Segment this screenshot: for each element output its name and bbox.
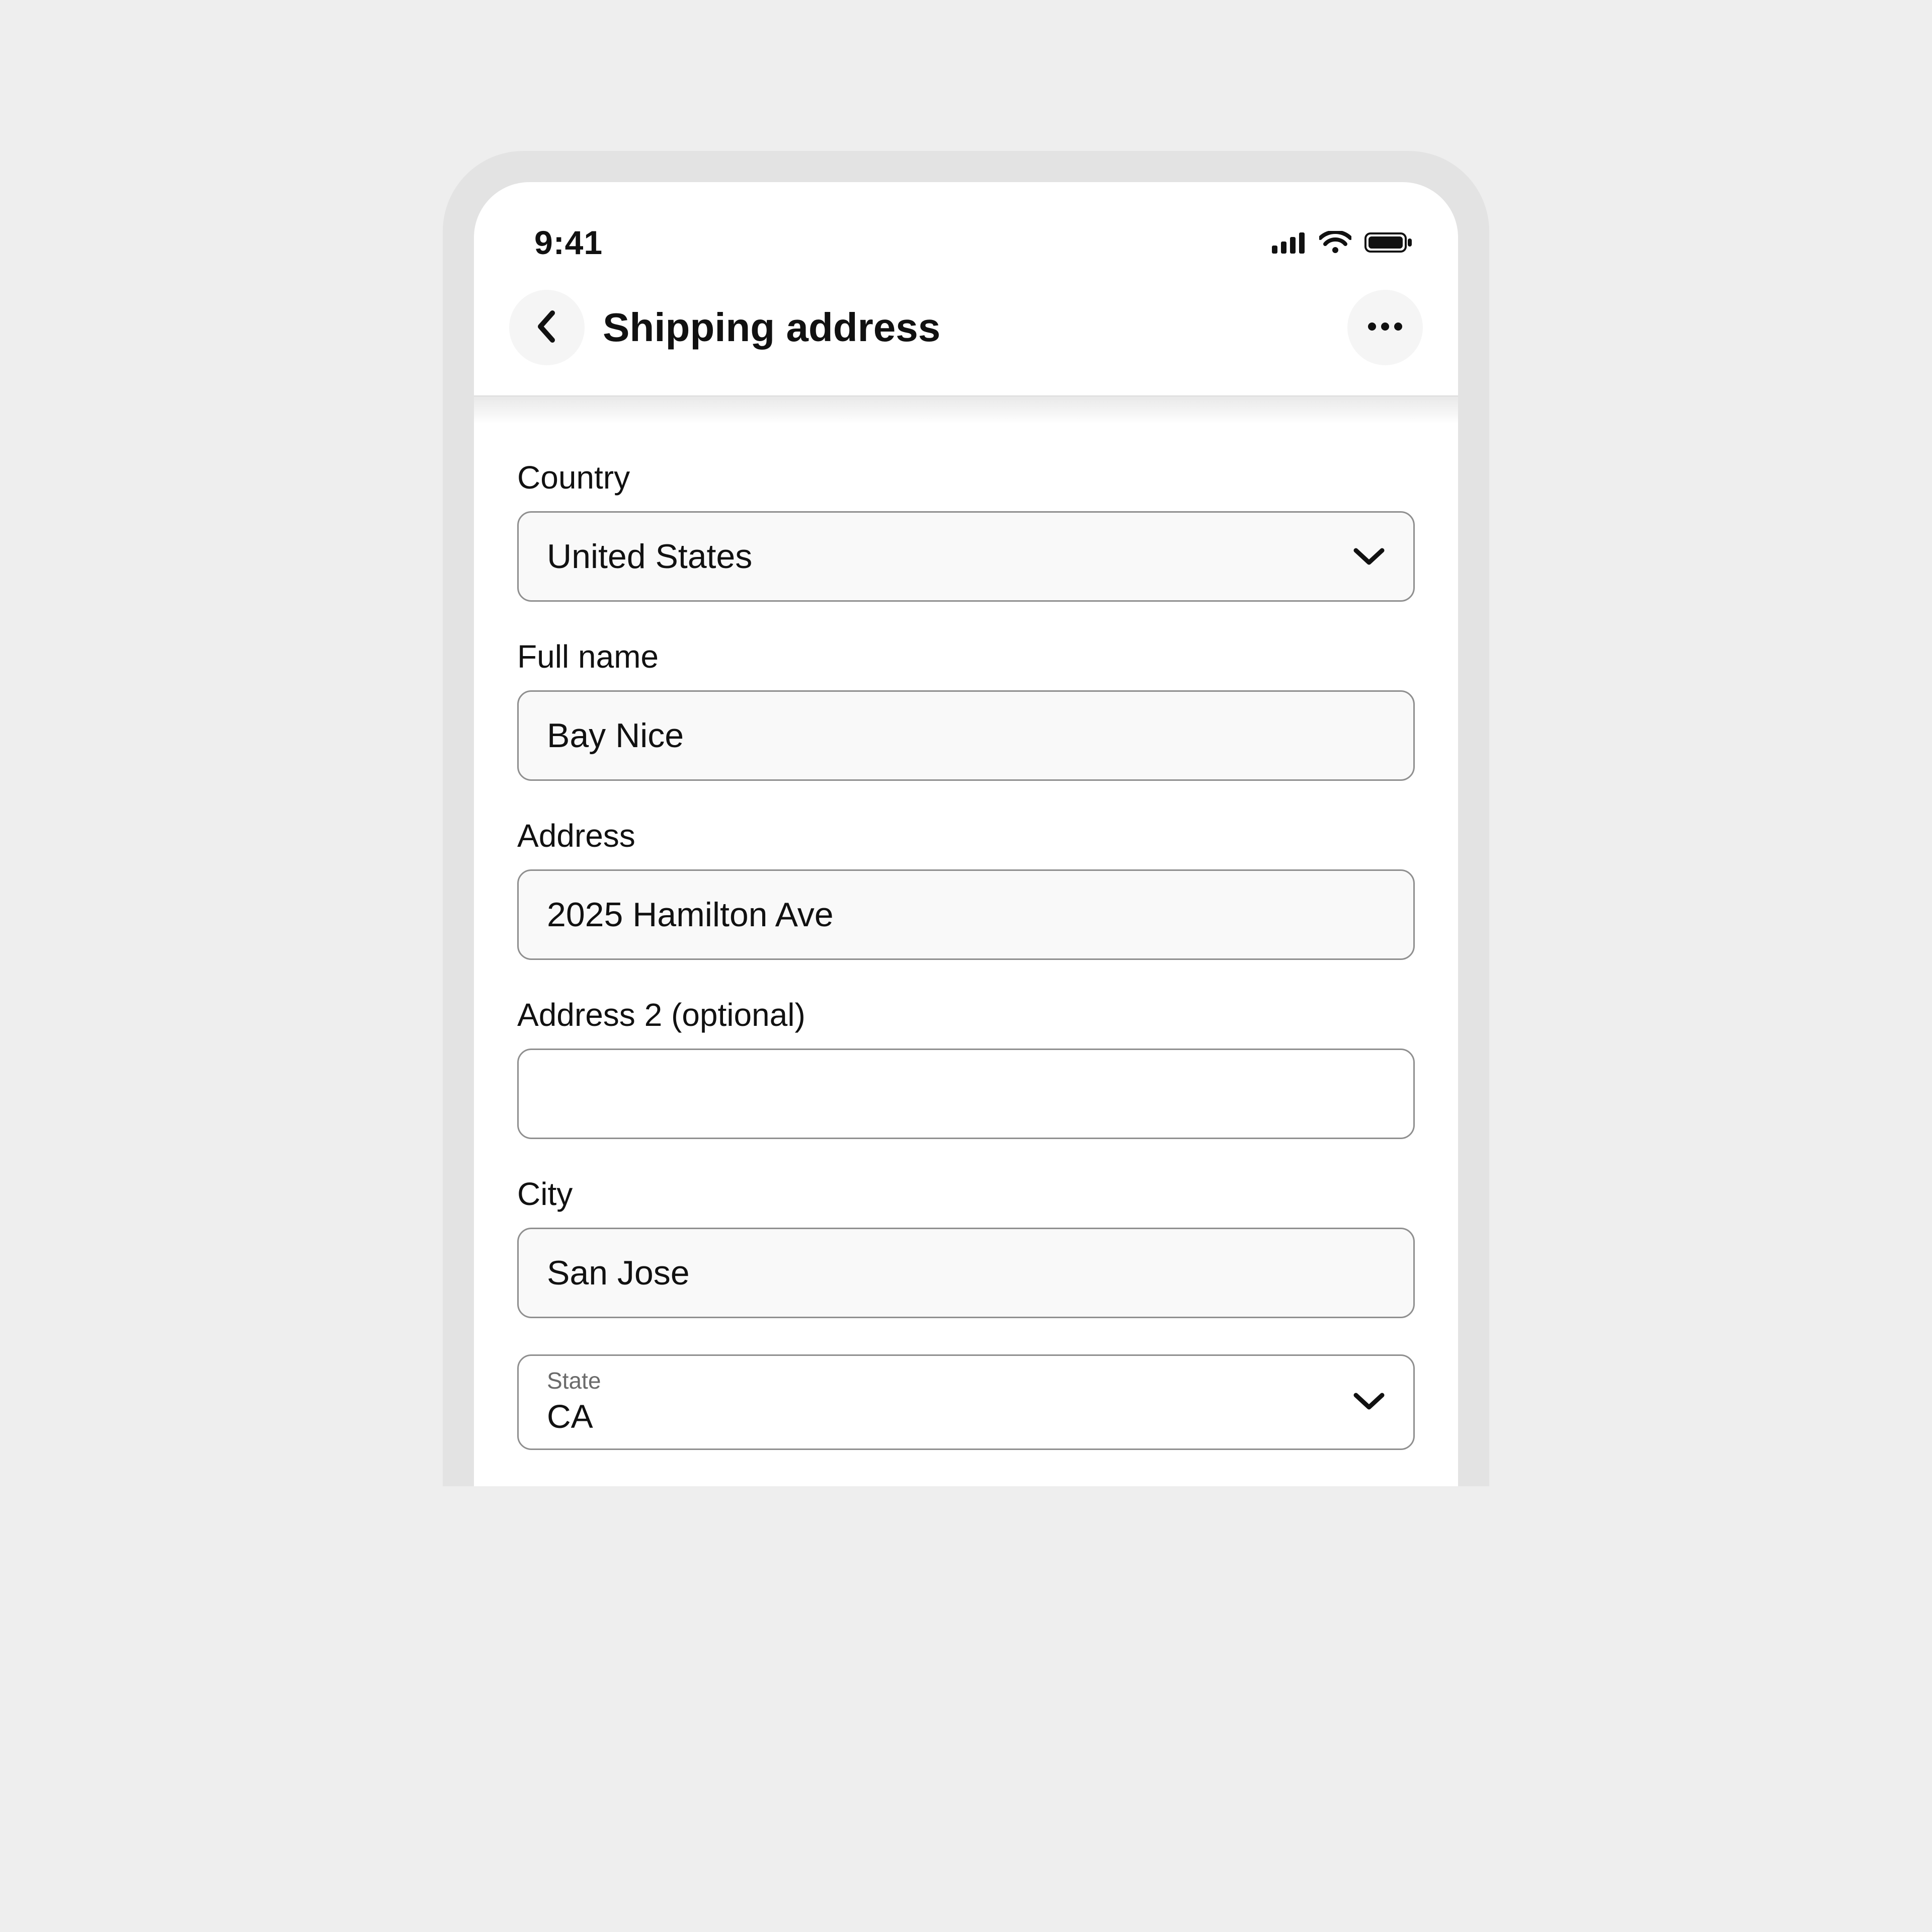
state-label: State: [547, 1367, 601, 1394]
country-label: Country: [517, 459, 1415, 496]
phone-frame: 9:41: [443, 151, 1489, 1486]
nav-header: Shipping address: [474, 278, 1458, 395]
field-address2: Address 2 (optional): [517, 996, 1415, 1139]
address-input[interactable]: [517, 869, 1415, 960]
state-value: CA: [547, 1397, 601, 1435]
city-label: City: [517, 1175, 1415, 1213]
shipping-address-form: Country United States Full name: [474, 424, 1458, 1450]
field-city: City: [517, 1175, 1415, 1318]
field-state: State CA: [517, 1354, 1415, 1450]
screen: 9:41: [474, 182, 1458, 1486]
chevron-down-icon: [1353, 1391, 1385, 1411]
state-select[interactable]: State CA: [517, 1354, 1415, 1450]
header-divider: [474, 395, 1458, 424]
field-full-name: Full name: [517, 638, 1415, 781]
field-country: Country United States: [517, 459, 1415, 602]
city-input[interactable]: [517, 1228, 1415, 1318]
page-title: Shipping address: [603, 304, 940, 351]
more-horizontal-icon: [1367, 321, 1403, 334]
chevron-left-icon: [533, 309, 560, 347]
chevron-down-icon: [1353, 546, 1385, 567]
country-select[interactable]: United States: [517, 511, 1415, 602]
country-value: United States: [547, 537, 752, 576]
address2-label: Address 2 (optional): [517, 996, 1415, 1033]
address-label: Address: [517, 817, 1415, 854]
back-button[interactable]: [509, 290, 585, 365]
address2-input[interactable]: [517, 1049, 1415, 1139]
status-bar: 9:41: [474, 182, 1458, 278]
status-time: 9:41: [534, 223, 603, 262]
battery-icon: [1364, 231, 1413, 254]
cellular-icon: [1272, 231, 1306, 254]
status-icons: [1272, 231, 1413, 254]
full-name-input[interactable]: [517, 690, 1415, 781]
field-address: Address: [517, 817, 1415, 960]
more-button[interactable]: [1347, 290, 1423, 365]
wifi-icon: [1319, 231, 1351, 254]
full-name-label: Full name: [517, 638, 1415, 675]
